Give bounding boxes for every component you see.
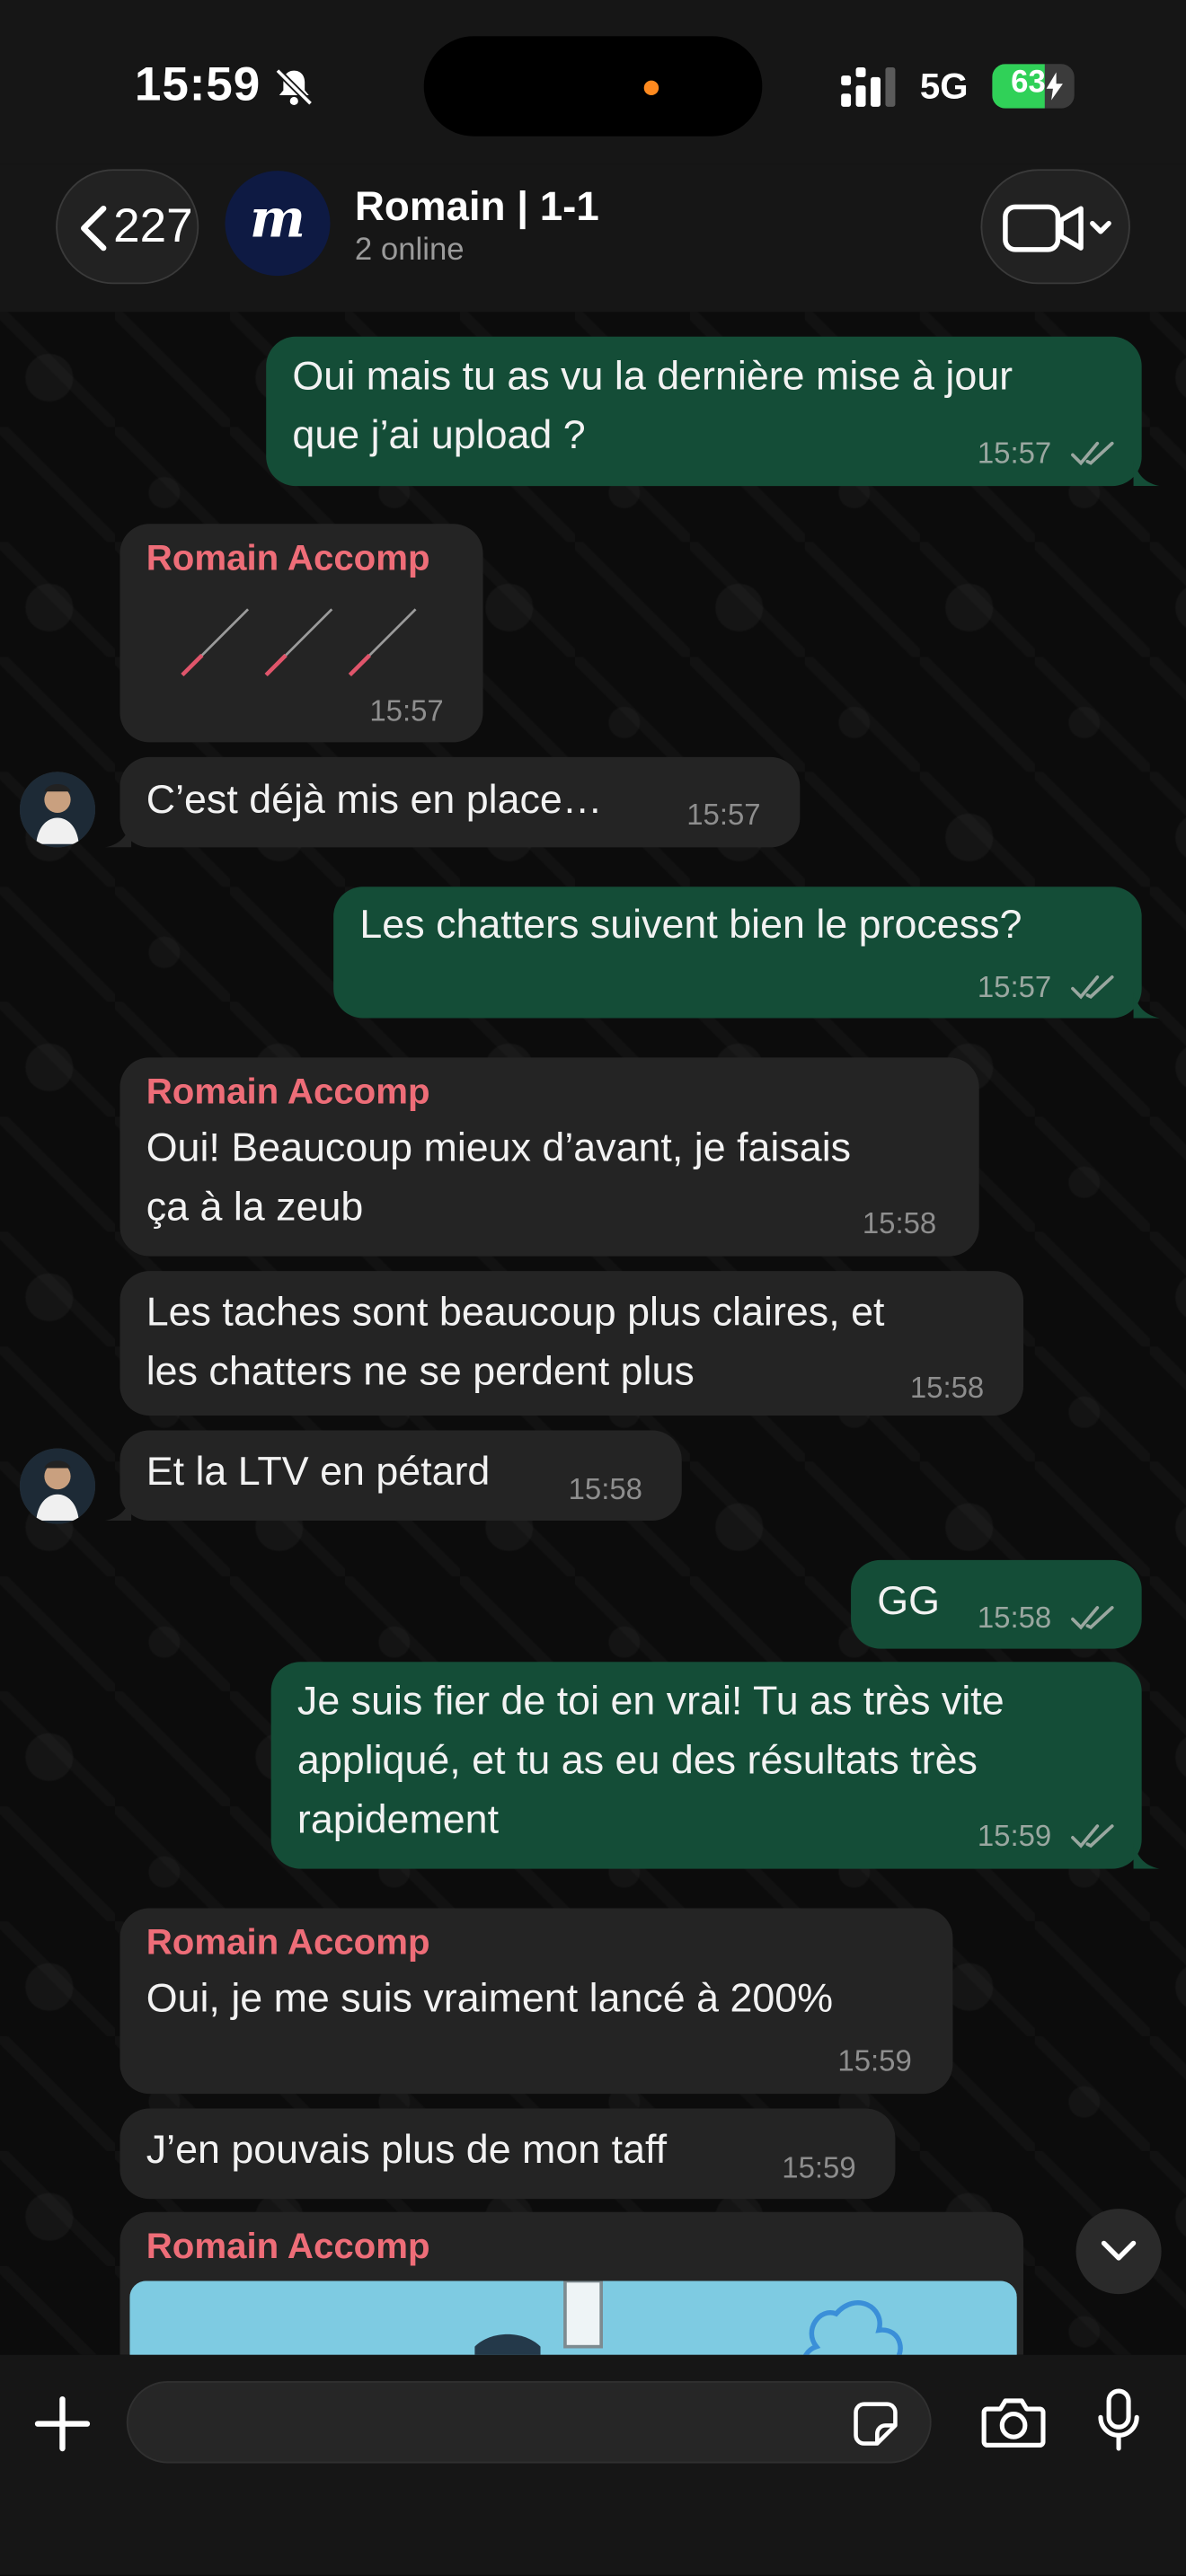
message-incoming[interactable]: Et la LTV en pétard 15:58 (119, 1430, 682, 1522)
message-incoming[interactable]: J’en pouvais plus de mon taff 15:59 (119, 2108, 896, 2200)
battery-indicator: 63 (992, 64, 1075, 109)
message-time: 15:58 (568, 1472, 642, 1506)
sticker-icon[interactable] (851, 2399, 900, 2448)
message-incoming[interactable]: Romain Accomp Oui, je me suis vraiment l… (119, 1908, 953, 2095)
dynamic-island (423, 36, 763, 137)
microphone-icon[interactable] (1095, 2387, 1141, 2453)
avatar-photo (19, 1448, 96, 1524)
message-text: Oui! Beaucoup mieux d’avant, je faisais (146, 1126, 852, 1171)
message-text: Et la LTV en pétard (146, 1450, 491, 1495)
chat-subtitle: 2 online (354, 233, 465, 269)
message-text: Je suis fier de toi en vrai! Tu as très … (296, 1680, 1005, 1725)
back-button[interactable]: 227 (56, 169, 199, 285)
message-time: 15:57 (369, 694, 444, 728)
sender-name: Romain Accomp (146, 2225, 430, 2267)
message-text: Les taches sont beaucoup plus claires, e… (146, 1291, 885, 1336)
bubble-tail (105, 1494, 132, 1522)
image-thumbnail (129, 2280, 1017, 2355)
image-preview[interactable] (129, 2280, 1017, 2355)
message-text: Oui, je me suis vraiment lancé à 200% (146, 1977, 834, 2022)
sender-name: Romain Accomp (146, 1071, 430, 1112)
camera-icon[interactable] (980, 2395, 1046, 2450)
message-text: Les chatters suivent bien le process? (359, 903, 1022, 948)
chat-title[interactable]: Romain | 1-1 (355, 184, 599, 232)
message-text: ça à la zeub (146, 1186, 364, 1231)
network-type: 5G (919, 66, 969, 107)
privacy-indicator (643, 80, 659, 96)
bell-slash-icon (275, 68, 314, 106)
charging-bolt-icon (1046, 72, 1063, 101)
video-camera-icon (1003, 204, 1111, 252)
message-time: 15:57 (977, 970, 1052, 1004)
group-avatar[interactable]: m (225, 171, 331, 277)
message-input[interactable] (154, 2382, 819, 2466)
message-input-container[interactable] (126, 2381, 932, 2466)
message-text: J’en pouvais plus de mon taff (146, 2128, 668, 2173)
message-text: que j’ai upload ? (292, 413, 586, 459)
message-composer (0, 2354, 1186, 2575)
group-avatar-letter: m (250, 187, 305, 250)
status-bar: 15:59 5G 63 (0, 0, 1186, 164)
bubble-tail (1133, 459, 1160, 487)
message-time: 15:59 (782, 2151, 856, 2184)
message-text: C’est déjà mis en place… (146, 778, 603, 823)
plus-icon[interactable] (33, 2395, 93, 2454)
message-time: 15:57 (977, 437, 1052, 470)
message-time: 15:59 (977, 1819, 1052, 1853)
message-text: rapidement (296, 1797, 500, 1843)
message-time: 15:58 (977, 1601, 1052, 1635)
message-incoming[interactable]: C’est déjà mis en place… 15:57 (119, 756, 801, 848)
message-time: 15:58 (862, 1206, 937, 1240)
message-outgoing[interactable]: Oui mais tu as vu la dernière mise à jou… (266, 336, 1142, 487)
double-check-icon (1071, 441, 1114, 466)
message-text: Oui mais tu as vu la dernière mise à jou… (292, 354, 1013, 400)
chat-header: 227 m Romain | 1-1 2 online (0, 163, 1186, 313)
screen: 15:59 5G 63 227 m Romain | 1-1 2 online … (0, 0, 1186, 2575)
signal-icon (841, 66, 896, 107)
message-text: GG (877, 1579, 941, 1625)
message-time: 15:58 (909, 1371, 985, 1405)
chevron-down-icon (1101, 2240, 1137, 2261)
bubble-tail (1133, 1842, 1160, 1869)
double-check-icon (1071, 1824, 1114, 1848)
sticker-image (181, 608, 417, 677)
avatar-photo (19, 772, 96, 848)
message-incoming-sticker[interactable]: Romain Accomp 15:57 (119, 524, 483, 743)
sender-name: Romain Accomp (146, 1921, 430, 1963)
contact-avatar[interactable] (19, 1448, 96, 1524)
bubble-tail (1133, 992, 1160, 1019)
message-list[interactable]: Oui mais tu as vu la dernière mise à jou… (0, 312, 1186, 2355)
message-outgoing[interactable]: Les chatters suivent bien le process? 15… (333, 887, 1142, 1019)
message-text: appliqué, et tu as eu des résultats très (296, 1739, 978, 1784)
chevron-left-icon (81, 205, 107, 251)
contact-avatar[interactable] (19, 772, 96, 848)
message-outgoing[interactable]: Je suis fier de toi en vrai! Tu as très … (270, 1662, 1142, 1869)
message-incoming[interactable]: Les taches sont beaucoup plus claires, e… (119, 1271, 1024, 1416)
status-time: 15:59 (134, 58, 261, 112)
double-check-icon (1071, 1606, 1114, 1630)
scroll-to-bottom-button[interactable] (1075, 2209, 1162, 2295)
message-time: 15:59 (837, 2044, 912, 2078)
message-outgoing[interactable]: GG 15:58 (851, 1559, 1142, 1649)
message-incoming-image[interactable]: Romain Accomp (119, 2211, 1024, 2355)
video-call-button[interactable] (980, 169, 1130, 285)
unread-count: 227 (113, 200, 193, 253)
message-time: 15:57 (686, 798, 761, 832)
sender-name: Romain Accomp (146, 536, 430, 578)
message-incoming[interactable]: Romain Accomp Oui! Beaucoup mieux d’avan… (119, 1057, 979, 1257)
double-check-icon (1071, 975, 1114, 1000)
message-text: les chatters ne se perdent plus (146, 1349, 695, 1395)
bubble-tail (105, 821, 132, 848)
